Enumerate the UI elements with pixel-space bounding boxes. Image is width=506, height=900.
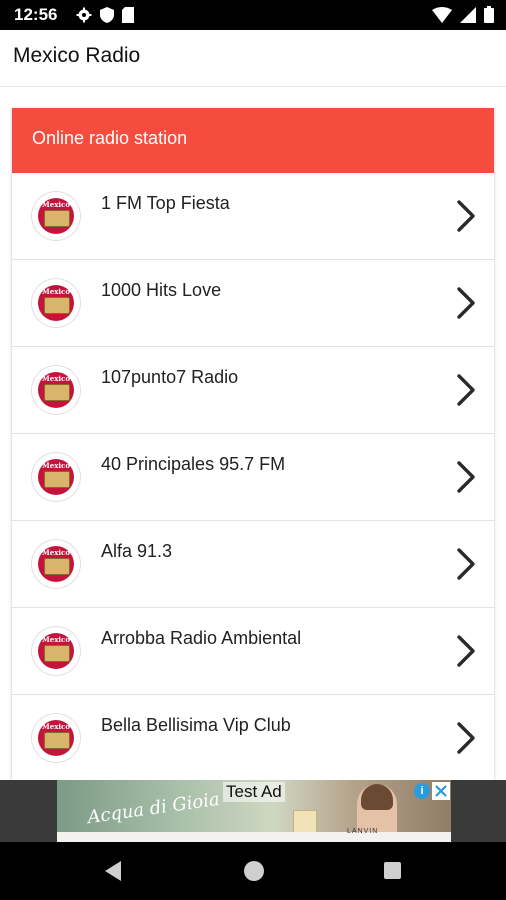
- station-row[interactable]: Mexico 1 FM Top Fiesta: [12, 173, 494, 260]
- app-bar: Mexico Radio: [0, 30, 506, 87]
- station-logo-text: Mexico: [42, 461, 70, 470]
- station-row[interactable]: Mexico Bella Bellisima Vip Club: [12, 695, 494, 780]
- station-row[interactable]: Mexico 1000 Hits Love: [12, 260, 494, 347]
- ad-script-text: Acqua di Gioia: [86, 788, 221, 829]
- station-name: 1000 Hits Love: [101, 280, 222, 300]
- list-header-label: Online radio station: [32, 128, 188, 148]
- chevron-right-icon[interactable]: [456, 373, 476, 407]
- chevron-right-icon[interactable]: [456, 634, 476, 668]
- ad-label: Test Ad: [223, 782, 285, 802]
- chevron-right-icon[interactable]: [456, 199, 476, 233]
- chevron-right-icon[interactable]: [456, 286, 476, 320]
- station-name: 1 FM Top Fiesta: [101, 193, 230, 213]
- ad-info-icon[interactable]: i: [414, 783, 430, 799]
- chevron-right-icon[interactable]: [456, 547, 476, 581]
- list-header: Online radio station: [12, 108, 494, 173]
- station-logo: Mexico: [32, 627, 80, 675]
- station-name: 40 Principales 95.7 FM: [101, 454, 286, 474]
- station-name: Bella Bellisima Vip Club: [101, 715, 291, 735]
- status-bar: 12:56: [0, 0, 506, 30]
- station-name: Arrobba Radio Ambiental: [101, 628, 302, 648]
- station-name: 107punto7 Radio: [101, 367, 239, 387]
- station-list-card: Online radio station Mexico 1 FM Top Fies…: [12, 108, 494, 780]
- back-icon[interactable]: [103, 860, 123, 882]
- station-row[interactable]: Mexico 107punto7 Radio: [12, 347, 494, 434]
- sim-icon: [122, 7, 134, 23]
- status-time: 12:56: [14, 5, 58, 24]
- chevron-right-icon[interactable]: [456, 460, 476, 494]
- shield-icon: [100, 7, 114, 23]
- status-left-icons: [76, 7, 134, 23]
- ad-close-icon[interactable]: [432, 782, 450, 800]
- station-list: Mexico 1 FM Top Fiesta Mexico 1000 Hits Lov…: [12, 173, 494, 780]
- station-logo: Mexico: [32, 540, 80, 588]
- chevron-right-icon[interactable]: [456, 721, 476, 755]
- station-row[interactable]: Mexico Alfa 91.3: [12, 521, 494, 608]
- ad-brand: LANVIN: [347, 828, 379, 835]
- station-logo: Mexico: [32, 714, 80, 762]
- station-logo: Mexico: [32, 453, 80, 501]
- station-logo-text: Mexico: [42, 635, 70, 644]
- station-logo: Mexico: [32, 366, 80, 414]
- battery-icon: [484, 6, 494, 23]
- ad-bottom-strip: [57, 832, 451, 842]
- page-title: Mexico Radio: [13, 44, 141, 67]
- signal-icon: [460, 6, 476, 23]
- station-logo: Mexico: [32, 192, 80, 240]
- station-logo-text: Mexico: [42, 200, 70, 209]
- wifi-icon: [432, 6, 452, 23]
- station-row[interactable]: Mexico Arrobba Radio Ambiental: [12, 608, 494, 695]
- ad-banner[interactable]: Acqua di Gioia LANVIN Test Ad i: [0, 780, 506, 842]
- station-logo-text: Mexico: [42, 374, 70, 383]
- station-logo-text: Mexico: [42, 722, 70, 731]
- gear-icon: [76, 7, 92, 23]
- ad-creative[interactable]: Acqua di Gioia LANVIN Test Ad: [57, 780, 451, 842]
- station-logo-text: Mexico: [42, 287, 70, 296]
- home-icon[interactable]: [244, 861, 264, 881]
- station-row[interactable]: Mexico 40 Principales 95.7 FM: [12, 434, 494, 521]
- station-logo-text: Mexico: [42, 548, 70, 557]
- station-name: Alfa 91.3: [101, 541, 173, 561]
- system-nav-bar: [0, 842, 506, 900]
- recents-icon[interactable]: [384, 862, 401, 879]
- status-right-icons: [432, 6, 494, 23]
- station-logo: Mexico: [32, 279, 80, 327]
